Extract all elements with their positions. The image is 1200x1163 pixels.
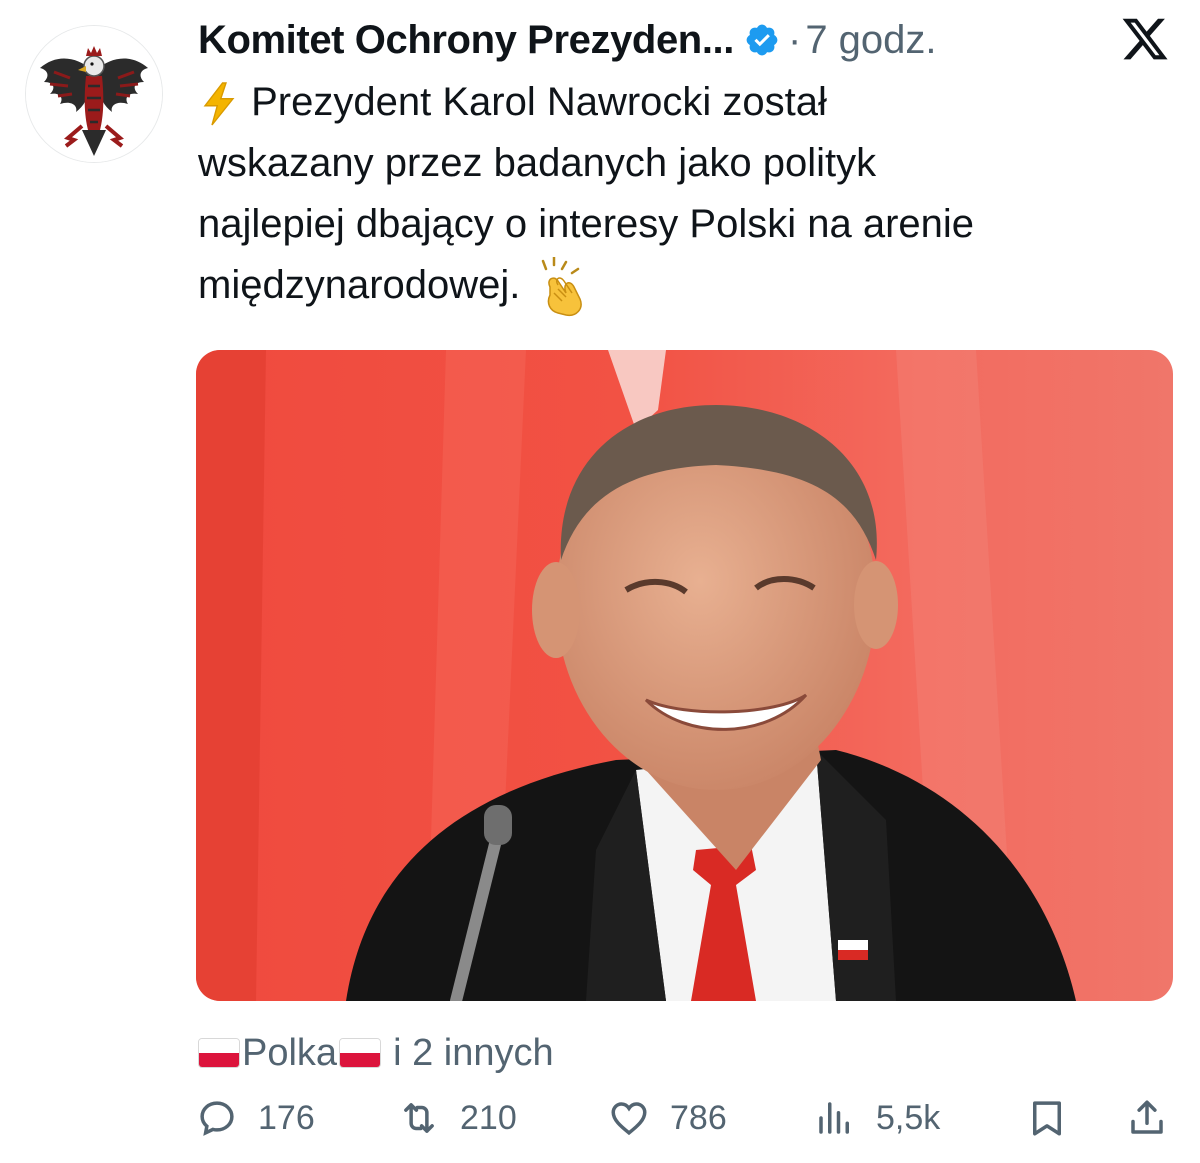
white-eagle-icon <box>26 26 162 162</box>
poland-flag-icon <box>198 1038 240 1068</box>
tweet-text-line: najlepiej dbający o interesy Polski na a… <box>198 202 975 246</box>
heart-icon <box>611 1102 647 1136</box>
view-count: 5,5k <box>876 1098 941 1137</box>
tweet-media-photo[interactable] <box>196 350 1173 1001</box>
tweet-text-line-4: międzynarodowej. <box>198 255 1178 317</box>
header-separator: · <box>787 17 802 62</box>
tweet-text: Prezydent Karol Nawrocki został wskazany… <box>198 72 1178 317</box>
timestamp[interactable]: 7 godz. <box>805 18 936 63</box>
tweet-text-line-2: wskazany przez badanych jako polityk <box>198 133 1178 194</box>
reply-count: 176 <box>258 1098 315 1137</box>
clapping-hands-icon <box>541 257 582 317</box>
tweet-text-line: Prezydent Karol Nawrocki został <box>251 80 827 124</box>
profile-avatar[interactable] <box>26 26 162 162</box>
tweet-header: Komitet Ochrony Prezyden... · 7 godz. <box>198 10 937 70</box>
tweet-text-line-3: najlepiej dbający o interesy Polski na a… <box>198 194 1178 255</box>
bookmark-button[interactable] <box>1026 1088 1068 1148</box>
tweet-actions-bar: 176 210 786 5,5k <box>196 1088 1176 1148</box>
like-count: 786 <box>670 1098 727 1137</box>
poland-flag-icon <box>339 1038 382 1068</box>
repost-icon <box>404 1103 434 1133</box>
tweet-text-line: wskazany przez badanych jako polityk <box>198 141 877 185</box>
politician-photo <box>196 350 1173 1001</box>
views-button[interactable]: 5,5k <box>814 1088 940 1148</box>
reply-button[interactable]: 176 <box>196 1088 315 1148</box>
repost-button[interactable]: 210 <box>398 1088 517 1148</box>
share-button[interactable] <box>1126 1088 1168 1148</box>
liked-by-row[interactable]: Polka i 2 innych <box>198 1028 554 1078</box>
x-logo-icon[interactable] <box>1120 14 1170 64</box>
like-button[interactable]: 786 <box>608 1088 727 1148</box>
views-chart-icon <box>819 1102 849 1134</box>
share-icon <box>1131 1100 1163 1134</box>
verified-badge-icon[interactable] <box>744 22 780 58</box>
author-name[interactable]: Komitet Ochrony Prezyden... <box>198 18 734 63</box>
tweet-text-line: międzynarodowej. <box>198 263 521 307</box>
reply-icon <box>200 1101 234 1136</box>
bookmark-icon <box>1033 1101 1061 1136</box>
repost-count: 210 <box>460 1098 517 1137</box>
liker-name[interactable]: Polka <box>242 1032 337 1075</box>
liked-by-others[interactable]: i 2 innych <box>393 1032 554 1075</box>
high-voltage-icon <box>203 82 235 126</box>
tweet-text-line-1: Prezydent Karol Nawrocki został <box>198 72 1178 133</box>
